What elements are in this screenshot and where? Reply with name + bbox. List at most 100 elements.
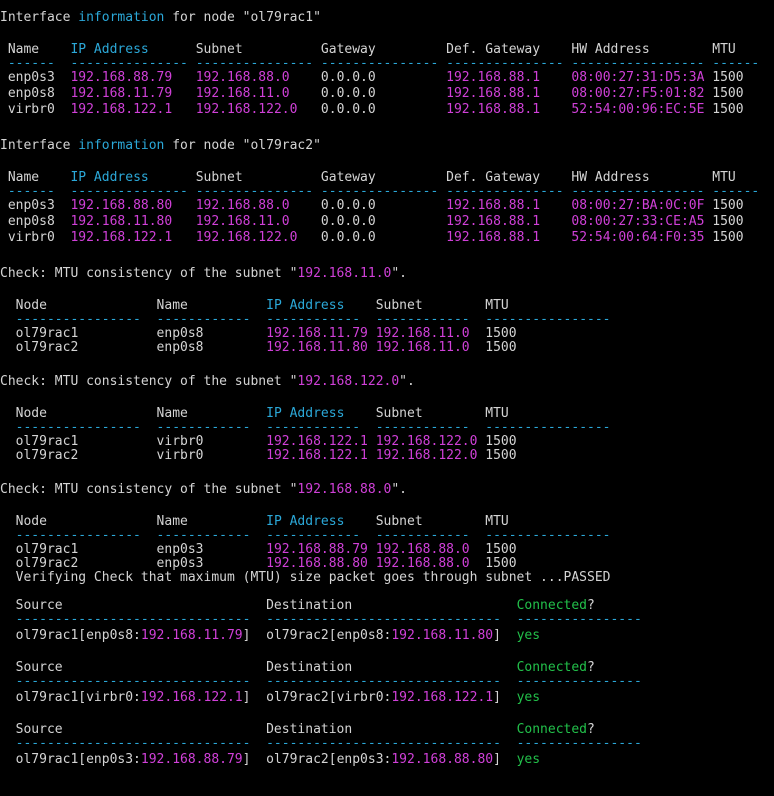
table-cell: 1500 bbox=[485, 326, 611, 341]
table-cell: 0.0.0.0 bbox=[320, 70, 447, 85]
table-cell: 192.168.11.80 bbox=[266, 340, 376, 355]
terminal-text: Check: MTU consistency of the subnet " bbox=[0, 374, 298, 389]
table-cell: 192.168.11.79 bbox=[70, 86, 196, 101]
destination-node: ol79rac2[virbr0: bbox=[266, 690, 392, 705]
divider: ------------------------------ bbox=[0, 736, 267, 751]
table-cell: virbr0 bbox=[156, 448, 267, 463]
column-header: IP Address bbox=[266, 298, 376, 313]
column-header: Gateway bbox=[320, 42, 447, 57]
terminal-text: ] bbox=[493, 752, 517, 767]
column-header: Def. Gateway bbox=[446, 42, 572, 57]
table-cell: 192.168.88.0 bbox=[195, 198, 321, 213]
divider: ------------ bbox=[266, 528, 376, 543]
column-header: Gateway bbox=[320, 170, 447, 185]
column-header: Connected bbox=[516, 598, 588, 613]
table-cell: 192.168.88.0 bbox=[375, 542, 486, 557]
column-header: Subnet bbox=[195, 42, 321, 57]
terminal-text: 192.168.11.0 bbox=[297, 266, 392, 281]
terminal-window[interactable]: Interface information for node "ol79rac1… bbox=[0, 0, 774, 796]
table-cell: virbr0 bbox=[156, 434, 267, 449]
divider: ---------------- bbox=[516, 674, 642, 689]
divider: ------ bbox=[712, 56, 760, 71]
mtu-check-title: Check: MTU consistency of the subnet "19… bbox=[0, 266, 407, 282]
column-header: ? bbox=[587, 660, 595, 675]
divider: ------------ bbox=[375, 420, 486, 435]
source-ip: 192.168.11.79 bbox=[140, 628, 243, 643]
column-header: HW Address bbox=[571, 42, 713, 57]
table-cell: 0.0.0.0 bbox=[320, 102, 447, 117]
connectivity-divider: ------------------------------ ---------… bbox=[0, 612, 642, 628]
table-cell: virbr0 bbox=[7, 102, 71, 117]
table-cell: enp0s3 bbox=[7, 198, 71, 213]
terminal-text: Verifying Check that maximum (MTU) size … bbox=[0, 570, 611, 585]
divider: --------------- bbox=[320, 184, 447, 199]
source-node: ol79rac1[enp0s8: bbox=[0, 628, 141, 643]
table-cell: 192.168.88.80 bbox=[266, 556, 376, 571]
terminal-text: ] bbox=[493, 690, 517, 705]
divider: ------------ bbox=[375, 312, 486, 327]
table-cell: 192.168.11.0 bbox=[375, 326, 486, 341]
divider: --------------- bbox=[446, 184, 572, 199]
table-cell: 1500 bbox=[485, 434, 611, 449]
table-cell: enp0s8 bbox=[156, 326, 267, 341]
table-cell: 192.168.11.80 bbox=[70, 214, 196, 229]
column-header: Node bbox=[15, 514, 157, 529]
table-cell: 192.168.88.1 bbox=[446, 102, 572, 117]
column-header: Name bbox=[156, 406, 267, 421]
terminal-text: information bbox=[78, 138, 165, 153]
table-cell: 192.168.122.1 bbox=[70, 230, 196, 245]
column-header: Connected bbox=[516, 722, 588, 737]
interface-info-title: Interface information for node "ol79rac2… bbox=[0, 138, 321, 154]
divider: ------------------------------ bbox=[0, 612, 267, 627]
connectivity-row: ol79rac1[enp0s3:192.168.88.79] ol79rac2[… bbox=[0, 752, 540, 768]
table-cell: 192.168.88.1 bbox=[446, 230, 572, 245]
table-cell: 192.168.88.79 bbox=[70, 70, 196, 85]
divider: ---------------- bbox=[15, 420, 157, 435]
divider: ---------------- bbox=[15, 312, 157, 327]
column-header: MTU bbox=[712, 170, 760, 185]
divider: ---------------- bbox=[516, 736, 642, 751]
source-ip: 192.168.122.1 bbox=[140, 690, 243, 705]
source-node: ol79rac1[virbr0: bbox=[0, 690, 141, 705]
connectivity-row: ol79rac1[enp0s8:192.168.11.79] ol79rac2[… bbox=[0, 628, 540, 644]
terminal-text: ". bbox=[391, 482, 407, 497]
divider: ------ bbox=[712, 184, 760, 199]
terminal-text: for node "ol79rac1" bbox=[164, 10, 321, 25]
column-header: Connected bbox=[516, 660, 588, 675]
terminal-text: 192.168.122.0 bbox=[297, 374, 400, 389]
column-header: IP Address bbox=[70, 170, 196, 185]
divider: ---------------- bbox=[516, 612, 642, 627]
table-cell: ol79rac2 bbox=[15, 556, 157, 571]
table-cell: 192.168.122.0 bbox=[195, 230, 321, 245]
column-header: Destination bbox=[266, 722, 517, 737]
terminal-text: ] bbox=[493, 628, 517, 643]
terminal-text: Interface bbox=[0, 138, 79, 153]
table-cell: 0.0.0.0 bbox=[320, 230, 447, 245]
table-cell: 1500 bbox=[712, 102, 760, 117]
table-cell: 192.168.11.0 bbox=[195, 86, 321, 101]
divider: --------------- bbox=[320, 56, 447, 71]
source-ip: 192.168.88.79 bbox=[140, 752, 243, 767]
table-cell: virbr0 bbox=[7, 230, 71, 245]
terminal-text: Check: MTU consistency of the subnet " bbox=[0, 266, 298, 281]
divider: --------------- bbox=[195, 184, 321, 199]
divider: ------------ bbox=[266, 420, 376, 435]
table-cell: 192.168.122.1 bbox=[70, 102, 196, 117]
column-header: Subnet bbox=[375, 406, 486, 421]
table-cell: 192.168.88.1 bbox=[446, 70, 572, 85]
mtu-row: ol79rac2 enp0s8 192.168.11.80 192.168.11… bbox=[0, 340, 611, 356]
column-header: Def. Gateway bbox=[446, 170, 572, 185]
divider: ---------------- bbox=[485, 312, 611, 327]
column-header: Name bbox=[7, 170, 71, 185]
divider: ---------------- bbox=[15, 528, 157, 543]
